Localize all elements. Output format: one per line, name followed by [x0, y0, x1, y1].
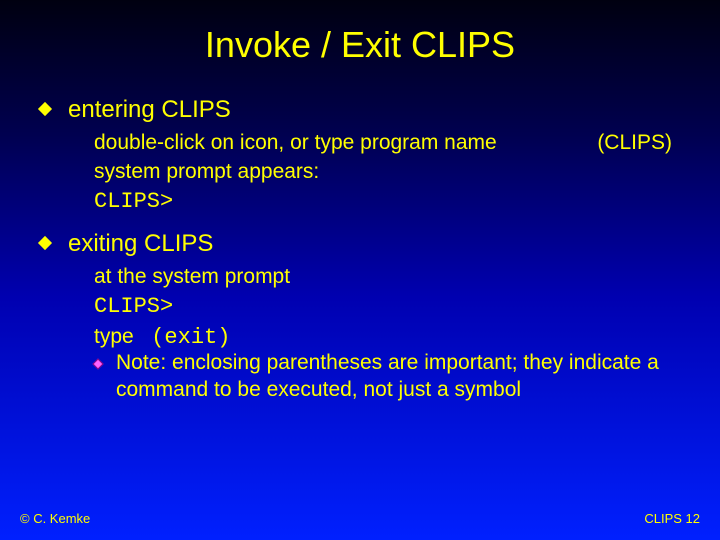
exiting-line1: at the system prompt: [94, 264, 680, 291]
entering-prompt: CLIPS>: [94, 188, 680, 216]
exiting-note: Note: enclosing parentheses are importan…: [116, 350, 680, 404]
entering-line1-row: double-click on icon, or type program na…: [94, 130, 680, 157]
footer-left: © C. Kemke: [20, 511, 90, 526]
footer-right: CLIPS 12: [644, 511, 700, 526]
exiting-note-item: Note: enclosing parentheses are importan…: [94, 350, 680, 404]
exiting-type-label: type: [94, 325, 134, 348]
bullet-exiting: exiting CLIPS: [40, 230, 680, 258]
entering-line2: system prompt appears:: [94, 159, 680, 186]
slide: Invoke / Exit CLIPS entering CLIPS doubl…: [0, 0, 720, 540]
entering-line1-paren: (CLIPS): [597, 130, 672, 157]
diamond-bullet-icon: [40, 233, 68, 254]
section-exiting: exiting CLIPS at the system prompt CLIPS…: [40, 230, 680, 404]
exiting-type-cmd: (exit): [151, 325, 230, 350]
exiting-type-row: type (exit): [94, 325, 680, 350]
entering-heading: entering CLIPS: [68, 96, 231, 124]
entering-line1: double-click on icon, or type program na…: [94, 130, 497, 157]
section-entering: entering CLIPS double-click on icon, or …: [40, 96, 680, 216]
exiting-prompt: CLIPS>: [94, 293, 680, 321]
footer: © C. Kemke CLIPS 12: [20, 511, 700, 526]
exiting-heading: exiting CLIPS: [68, 230, 213, 258]
bullet-entering: entering CLIPS: [40, 96, 680, 124]
diamond-bullet-icon: [40, 99, 68, 120]
slide-title: Invoke / Exit CLIPS: [40, 24, 680, 66]
small-diamond-icon: [94, 354, 116, 408]
